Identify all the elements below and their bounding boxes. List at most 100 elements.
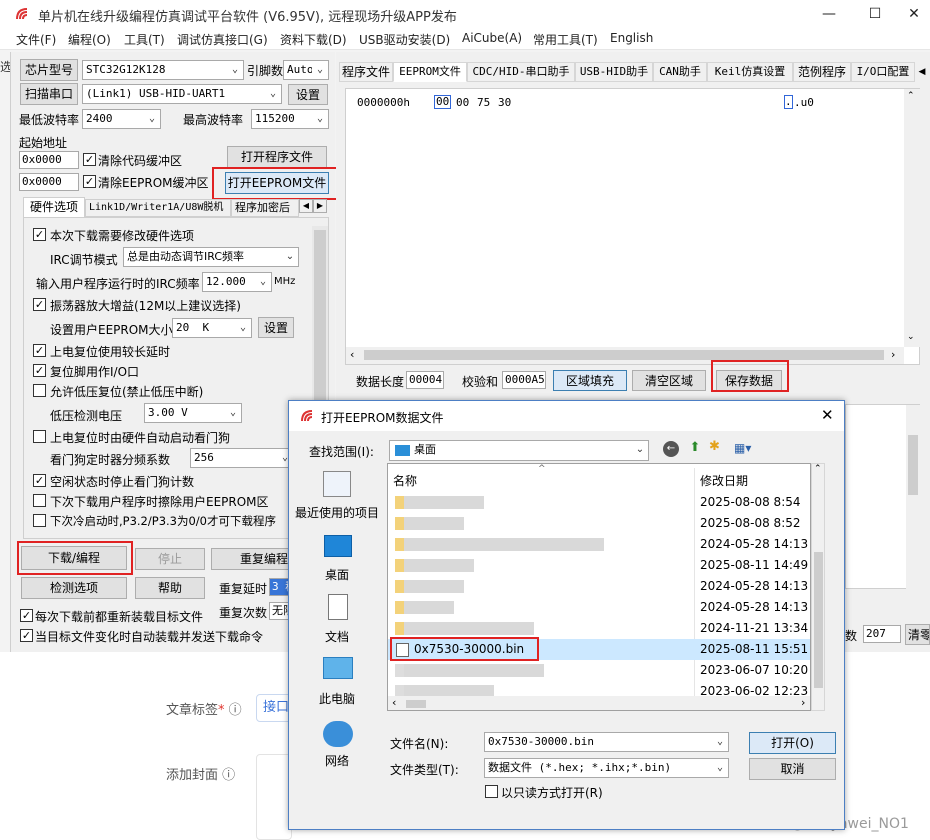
- tab-keil-settings[interactable]: Keil仿真设置: [707, 62, 793, 82]
- reload-checkbox[interactable]: ✓: [20, 609, 33, 622]
- tab-scroll-right-icon[interactable]: ▶: [313, 199, 327, 213]
- fill-region-button[interactable]: 区域填充: [553, 370, 627, 391]
- file-row[interactable]: 2025-08-08 8:54: [388, 492, 810, 513]
- hex-editor[interactable]: 0000000h 00 00 75 30 . .u0 ⌃ ⌄ ‹ ›: [345, 88, 920, 365]
- desktop-icon[interactable]: [324, 535, 352, 557]
- hex-byte[interactable]: 75: [477, 96, 490, 109]
- port-settings-button[interactable]: 设置: [288, 84, 328, 105]
- hex-byte[interactable]: 00: [456, 96, 469, 109]
- file-list-vscrollbar[interactable]: ⌃: [811, 463, 825, 711]
- lvd-voltage-select[interactable]: 3.00 V ⌄: [144, 403, 242, 423]
- hex-byte[interactable]: 30: [498, 96, 511, 109]
- menu-common-tools[interactable]: 常用工具(T): [533, 31, 598, 48]
- tab-scroll-icon[interactable]: ◀: [915, 63, 929, 81]
- help-button[interactable]: 帮助: [135, 577, 205, 599]
- file-list-vscroll-thumb[interactable]: [814, 552, 823, 688]
- file-list-hscroll[interactable]: ‹ ›: [388, 696, 810, 710]
- file-row[interactable]: 2024-05-28 14:13: [388, 534, 810, 555]
- new-folder-icon[interactable]: ✱: [709, 439, 727, 455]
- cover-upload-box[interactable]: [256, 754, 292, 840]
- back-icon[interactable]: ←: [663, 441, 679, 457]
- erase-eeprom-checkbox[interactable]: [33, 494, 46, 507]
- tab-encryption[interactable]: 程序加密后: [231, 199, 299, 217]
- pins-select[interactable]: Auto ⌄: [283, 60, 329, 80]
- menu-english[interactable]: English: [610, 31, 653, 45]
- file-row[interactable]: 2023-06-07 10:20: [388, 660, 810, 681]
- clear-eeprom-checkbox[interactable]: ✓: [83, 175, 96, 188]
- max-baud-select[interactable]: 115200 ⌄: [251, 109, 329, 129]
- tab-program-file[interactable]: 程序文件: [339, 62, 393, 82]
- menu-file[interactable]: 文件(F): [16, 31, 56, 48]
- check-options-button[interactable]: 检测选项: [21, 577, 127, 599]
- min-baud-select[interactable]: 2400 ⌄: [82, 109, 161, 129]
- tab-usb-hid-helper[interactable]: USB-HID助手: [575, 62, 653, 82]
- column-name-header[interactable]: 名称: [393, 472, 417, 489]
- close-button[interactable]: ✕: [898, 0, 930, 28]
- tab-examples[interactable]: 范例程序: [793, 62, 851, 82]
- log-scrollbar[interactable]: [906, 405, 920, 589]
- tab-scroll-left-icon[interactable]: ◀: [299, 199, 313, 213]
- readonly-checkbox[interactable]: [485, 785, 498, 798]
- column-date-header[interactable]: 修改日期: [700, 472, 748, 489]
- this-pc-icon[interactable]: [323, 657, 353, 679]
- filetype-select[interactable]: 数据文件 (*.hex; *.ihx;*.bin) ⌄: [484, 758, 729, 778]
- file-row[interactable]: 2024-05-28 14:13: [388, 597, 810, 618]
- chip-model-select[interactable]: STC32G12K128 ⌄: [82, 60, 244, 80]
- open-button[interactable]: 打开(O): [749, 732, 836, 754]
- file-row[interactable]: 2024-11-21 13:34: [388, 618, 810, 639]
- port-select[interactable]: (Link1) USB-HID-UART1 ⌄: [82, 84, 282, 104]
- cold-boot-checkbox[interactable]: [33, 514, 46, 527]
- dialog-close-icon[interactable]: ✕: [821, 406, 834, 424]
- hex-ascii-cursor[interactable]: .: [784, 95, 793, 109]
- lvd-reset-checkbox[interactable]: [33, 384, 46, 397]
- file-row[interactable]: 2025-08-11 14:49: [388, 555, 810, 576]
- modify-hw-checkbox[interactable]: ✓: [33, 228, 46, 241]
- chip-model-button[interactable]: 芯片型号: [20, 59, 78, 81]
- reset-io-checkbox[interactable]: ✓: [33, 364, 46, 377]
- irc-freq-select[interactable]: 12.000 ⌄: [202, 272, 272, 292]
- file-row[interactable]: 2024-05-28 14:13: [388, 576, 810, 597]
- menu-download[interactable]: 资料下载(D): [280, 31, 347, 48]
- menu-aicube[interactable]: AiCube(A): [462, 31, 522, 45]
- menu-tools[interactable]: 工具(T): [124, 31, 165, 48]
- tab-can-helper[interactable]: CAN助手: [653, 62, 707, 82]
- wdt-start-checkbox[interactable]: [33, 430, 46, 443]
- tab-eeprom-file[interactable]: EEPROM文件: [393, 62, 467, 82]
- hex-hscroll[interactable]: ‹ ›: [346, 347, 904, 364]
- wdt-div-select[interactable]: 256 ⌄: [190, 448, 294, 468]
- clear-code-checkbox[interactable]: ✓: [83, 153, 96, 166]
- menu-debug[interactable]: 调试仿真接口(G): [177, 31, 268, 48]
- minimize-button[interactable]: —: [806, 0, 852, 28]
- tab-io-config[interactable]: I/O口配置: [851, 62, 915, 82]
- tab-link1d-offline[interactable]: Link1D/Writer1A/U8W脱机: [85, 199, 231, 217]
- view-menu-icon[interactable]: ▦▾: [734, 441, 760, 457]
- clear-count-button[interactable]: 清零: [905, 624, 930, 645]
- recent-icon[interactable]: [323, 471, 351, 497]
- place-this-pc[interactable]: 此电脑: [295, 690, 379, 707]
- hex-vscroll[interactable]: ⌃ ⌄: [904, 89, 920, 347]
- look-in-select[interactable]: 桌面 ⌄: [389, 440, 649, 461]
- place-network[interactable]: 网络: [295, 752, 379, 769]
- long-delay-checkbox[interactable]: ✓: [33, 344, 46, 357]
- osc-gain-checkbox[interactable]: ✓: [33, 298, 46, 311]
- up-folder-icon[interactable]: ⬆: [687, 440, 703, 456]
- tab-serial-helper[interactable]: CDC/HID-串口助手: [467, 62, 575, 82]
- place-recent[interactable]: 最近使用的项目: [295, 504, 379, 521]
- eeprom-start-address-field[interactable]: 0x0000: [19, 173, 79, 191]
- place-documents[interactable]: 文档: [295, 628, 379, 645]
- stop-button[interactable]: 停止: [135, 548, 205, 570]
- code-start-address-field[interactable]: 0x0000: [19, 151, 79, 169]
- place-desktop[interactable]: 桌面: [295, 566, 379, 583]
- menu-program[interactable]: 编程(O): [68, 31, 111, 48]
- cancel-button[interactable]: 取消: [749, 758, 836, 780]
- documents-icon[interactable]: [328, 594, 348, 620]
- clear-region-button[interactable]: 清空区域: [632, 370, 706, 391]
- eeprom-size-set-button[interactable]: 设置: [258, 317, 294, 338]
- eeprom-size-select[interactable]: 20 K ⌄: [172, 318, 252, 338]
- menu-usb-driver[interactable]: USB驱动安装(D): [359, 31, 450, 48]
- maximize-button[interactable]: ☐: [852, 0, 898, 28]
- auto-send-checkbox[interactable]: ✓: [20, 629, 33, 642]
- tab-hardware-options[interactable]: 硬件选项: [23, 197, 85, 217]
- file-row[interactable]: 2025-08-08 8:52: [388, 513, 810, 534]
- idle-wdt-checkbox[interactable]: ✓: [33, 474, 46, 487]
